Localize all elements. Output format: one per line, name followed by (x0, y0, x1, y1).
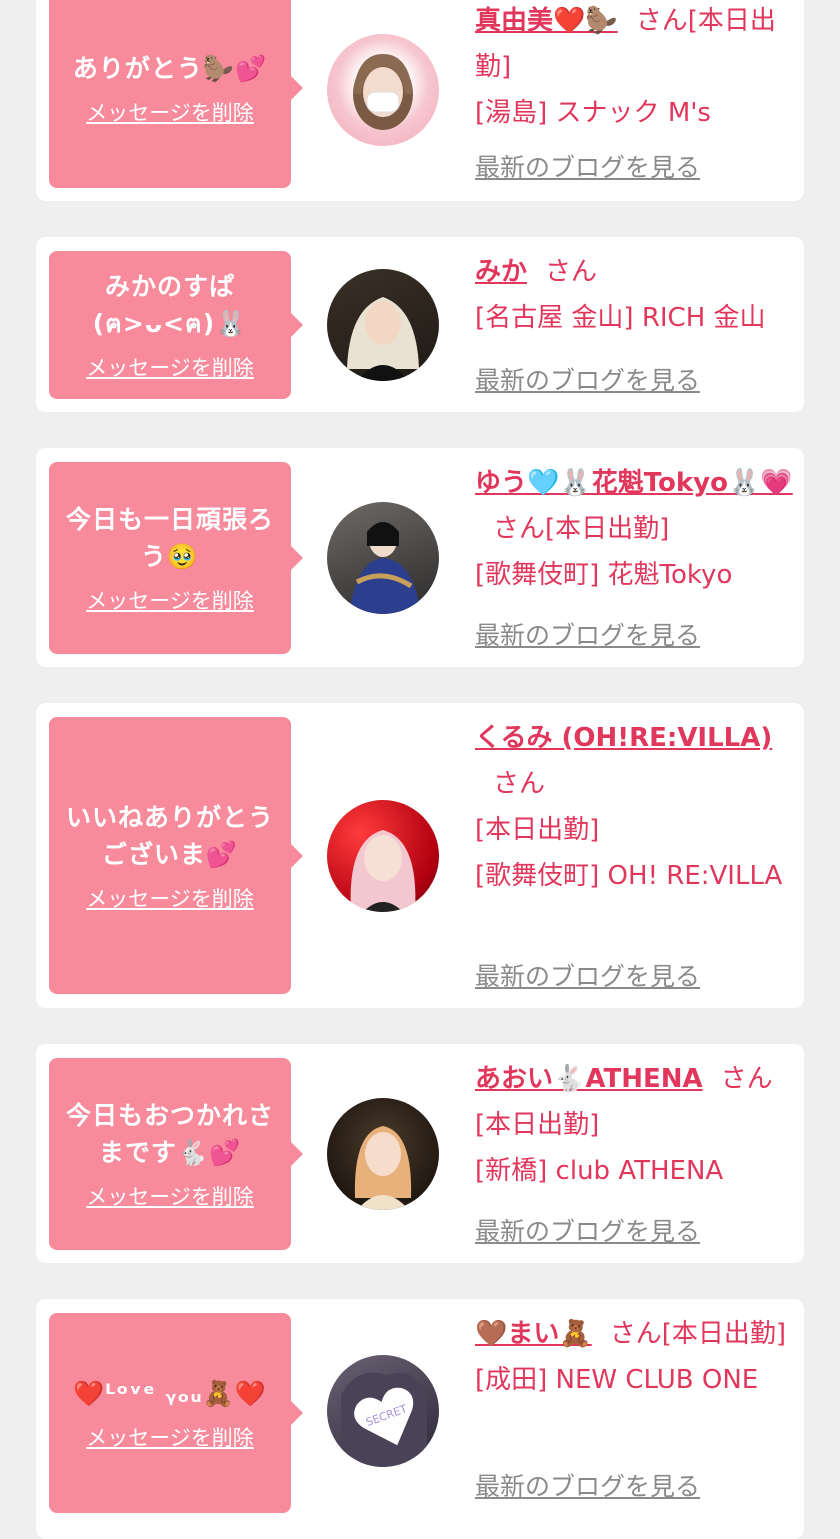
delete-message-link[interactable]: メッセージを削除 (86, 883, 254, 913)
favorite-card: 今日も一日頑張ろう🥹 メッセージを削除 ゆう🩵🐰花魁Tokyo🐰💗 さん[本日出勤… (36, 448, 804, 667)
message-text: いいねありがとうございま💕 (65, 802, 274, 869)
avatar[interactable] (327, 800, 439, 912)
favorite-card: 今日もおつかれさまです🐇💕 メッセージを削除 あおい🐇ATHENA さん [本日出勤… (36, 1044, 804, 1263)
avatar[interactable] (327, 269, 439, 381)
avatar[interactable] (327, 34, 439, 146)
san-label: さん (493, 514, 546, 544)
location-text: [成田] NEW CLUB ONE (475, 1365, 759, 1395)
status-text: [本日出勤] (475, 815, 600, 845)
host-info: 真由美❤️🦫 さん[本日出勤] [湯島] スナック M's (475, 0, 795, 136)
avatar-photo-icon (353, 54, 413, 130)
delete-message-link[interactable]: メッセージを削除 (86, 585, 254, 615)
message-text: 今日もおつかれさまです🐇💕 (65, 1101, 274, 1167)
latest-blog-link[interactable]: 最新のブログを見る (475, 361, 700, 397)
delete-message-link[interactable]: メッセージを削除 (86, 97, 254, 127)
host-info: みか さん [名古屋 金山] RICH 金山 (475, 249, 815, 341)
host-name-link[interactable]: あおい🐇ATHENA (475, 1064, 703, 1094)
host-name-link[interactable]: くるみ (OH!RE:VILLA) (475, 723, 772, 753)
message-bubble: 今日もおつかれさまです🐇💕 メッセージを削除 (49, 1058, 303, 1250)
message-bubble: いいねありがとうございま💕 メッセージを削除 (49, 717, 303, 994)
message-text: ❤️ᴸᵒᵛᵉ ᵧₒᵤ🧸❤️ (72, 1378, 268, 1408)
latest-blog-link[interactable]: 最新のブログを見る (475, 616, 700, 652)
message-text: ありがとう🦫💕 (72, 53, 268, 83)
favorite-card: ありがとう🦫💕 メッセージを削除 真由美❤️🦫 さん[本日出勤] [湯島] スナッ… (36, 0, 804, 201)
location-text: [名古屋 金山] RICH 金山 (475, 303, 766, 333)
san-label: さん (493, 769, 546, 799)
location-text: [歌舞伎町] 花魁Tokyo (475, 560, 733, 590)
favorite-card: みかのすぱ(ฅ>ᴗ<ฅ)🐰 メッセージを削除 みか さん [名古屋 金山] RIC… (36, 237, 804, 412)
latest-blog-link[interactable]: 最新のブログを見る (475, 148, 700, 184)
message-bubble: 今日も一日頑張ろう🥹 メッセージを削除 (49, 462, 303, 654)
host-info: あおい🐇ATHENA さん [本日出勤] [新橋] club ATHENA (475, 1056, 795, 1194)
delete-message-link[interactable]: メッセージを削除 (86, 1181, 254, 1211)
avatar-photo-icon (350, 830, 416, 912)
status-text: [本日出勤] (475, 1110, 600, 1140)
delete-message-link[interactable]: メッセージを削除 (86, 1422, 254, 1452)
location-text: [新橋] club ATHENA (475, 1156, 724, 1186)
san-label: さん (635, 6, 688, 36)
message-bubble: ❤️ᴸᵒᵛᵉ ᵧₒᵤ🧸❤️ メッセージを削除 (49, 1313, 303, 1513)
avatar[interactable] (327, 1098, 439, 1210)
avatar[interactable] (327, 502, 439, 614)
favorite-card: ❤️ᴸᵒᵛᵉ ᵧₒᵤ🧸❤️ メッセージを削除 SECRET 🤎まい🧸 さん[本日出… (36, 1299, 804, 1539)
favorite-card: いいねありがとうございま💕 メッセージを削除 くるみ (OH!RE:VILLA)… (36, 703, 804, 1008)
host-name-link[interactable]: みか (475, 257, 527, 287)
san-label: さん (545, 257, 598, 287)
location-text: [歌舞伎町] OH! RE:VILLA (475, 861, 783, 891)
host-name-link[interactable]: 🤎まい🧸 (475, 1319, 592, 1349)
secret-heart-icon: SECRET (341, 1372, 427, 1467)
host-info: ゆう🩵🐰花魁Tokyo🐰💗 さん[本日出勤] [歌舞伎町] 花魁Tokyo (475, 460, 795, 598)
delete-message-link[interactable]: メッセージを削除 (86, 352, 254, 382)
message-bubble: みかのすぱ(ฅ>ᴗ<ฅ)🐰 メッセージを削除 (49, 251, 303, 399)
avatar-photo-icon (347, 297, 419, 381)
host-name-link[interactable]: ゆう🩵🐰花魁Tokyo🐰💗 (475, 468, 793, 498)
status-text: [本日出勤] (661, 1319, 787, 1349)
message-text: 今日も一日頑張ろう🥹 (65, 505, 274, 571)
san-label: さん (609, 1319, 662, 1349)
message-bubble: ありがとう🦫💕 メッセージを削除 (49, 0, 303, 188)
message-text: みかのすぱ(ฅ>ᴗ<ฅ)🐰 (92, 272, 248, 338)
latest-blog-link[interactable]: 最新のブログを見る (475, 1467, 700, 1503)
avatar[interactable]: SECRET (327, 1355, 439, 1467)
san-label: さん (720, 1064, 773, 1094)
host-info: 🤎まい🧸 さん[本日出勤] [成田] NEW CLUB ONE (475, 1311, 795, 1403)
latest-blog-link[interactable]: 最新のブログを見る (475, 1212, 700, 1248)
avatar-photo-icon (354, 1126, 412, 1210)
avatar-photo-icon (349, 522, 421, 614)
status-text: [本日出勤] (545, 514, 670, 544)
host-info: くるみ (OH!RE:VILLA) さん [本日出勤] [歌舞伎町] OH! RE… (475, 715, 795, 899)
latest-blog-link[interactable]: 最新のブログを見る (475, 957, 700, 993)
location-text: [湯島] スナック M's (475, 98, 711, 128)
host-name-link[interactable]: 真由美❤️🦫 (475, 6, 618, 36)
